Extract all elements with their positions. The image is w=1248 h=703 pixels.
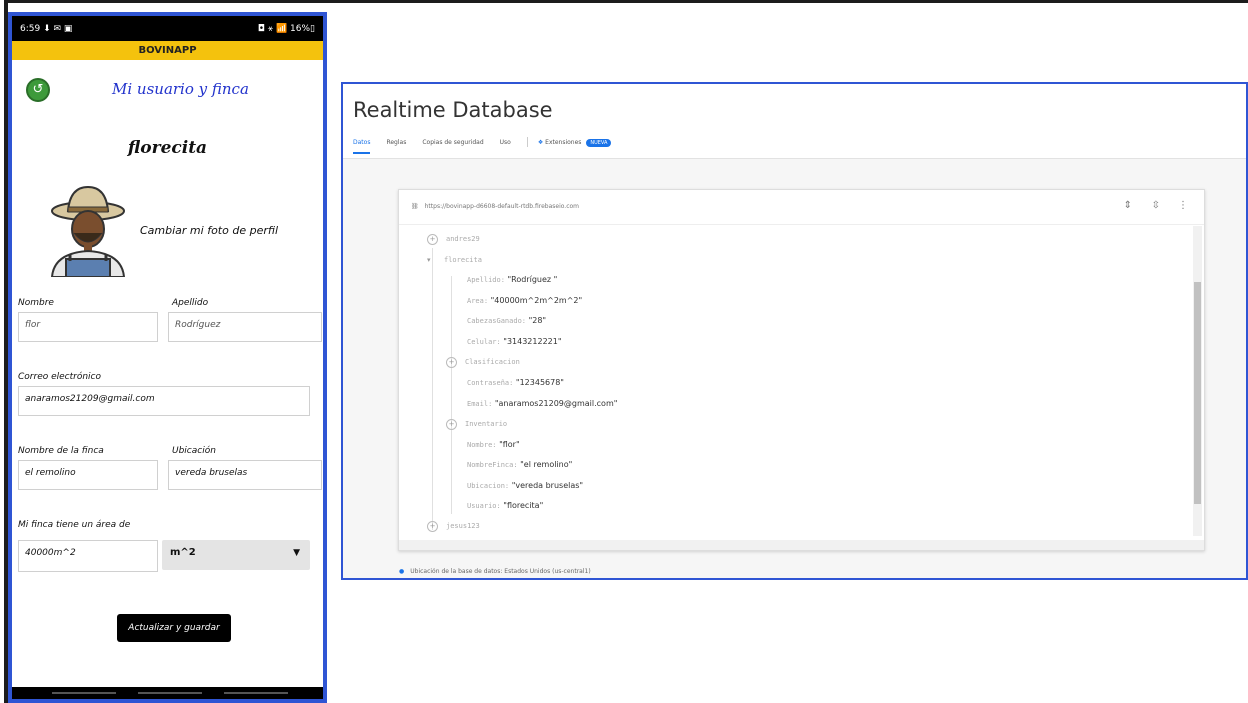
- nav-gesture-home[interactable]: [138, 692, 202, 694]
- tab-copias[interactable]: Copias de seguridad: [422, 139, 483, 154]
- tab-reglas[interactable]: Reglas: [386, 139, 406, 154]
- save-button[interactable]: Actualizar y guardar: [117, 614, 231, 642]
- screen-title: Mi usuario y finca: [112, 80, 249, 98]
- db-url-text: https://bovinapp-d6608-default-rtdb.fire…: [424, 203, 580, 210]
- label-nombre: Nombre: [18, 298, 54, 308]
- unit-dropdown[interactable]: m^2 ▼: [162, 540, 310, 570]
- tab-extensiones-label: Extensiones: [545, 139, 582, 146]
- vertical-scrollbar[interactable]: [1193, 226, 1202, 536]
- tree-line: [432, 248, 433, 530]
- apellido-field[interactable]: Rodríguez: [168, 312, 322, 342]
- phone-screen: 6:59 ⬇ ✉ ▣ ◘ ⚹ 📶 16%▯ BOVINAPP ↺ Mi usua…: [8, 12, 327, 703]
- db-url-bar: ⛓ https://bovinapp-d6608-default-rtdb.fir…: [399, 190, 1204, 225]
- change-photo-link[interactable]: Cambiar mi foto de perfil: [140, 224, 278, 237]
- more-options-icon[interactable]: ⋮: [1178, 200, 1188, 211]
- tree-field[interactable]: Apellido: "Rodríguez ": [467, 275, 557, 284]
- expand-icon[interactable]: +: [446, 357, 457, 368]
- label-nombre-finca: Nombre de la finca: [18, 446, 104, 456]
- console-header: Realtime Database Datos Reglas Copias de…: [343, 84, 1246, 159]
- nav-bar: [12, 687, 323, 699]
- db-url[interactable]: ⛓ https://bovinapp-d6608-default-rtdb.fir…: [411, 203, 579, 210]
- console-title: Realtime Database: [353, 98, 553, 122]
- status-indicators: ◘ ⚹ 📶 16%▯: [257, 23, 315, 34]
- nombre-field[interactable]: flor: [18, 312, 158, 342]
- nav-gesture-left[interactable]: [52, 692, 116, 694]
- collapse-all-icon[interactable]: ⇳: [1152, 200, 1160, 211]
- email-field[interactable]: anaramos21209@gmail.com: [18, 386, 310, 416]
- extension-icon: ❖: [537, 139, 544, 146]
- dropdown-arrow-icon: ▼: [293, 548, 300, 558]
- tree-field[interactable]: Ubicacion: "vereda bruselas": [467, 481, 583, 490]
- collapse-caret-icon[interactable]: ▾: [427, 256, 436, 264]
- ubicacion-field[interactable]: vereda bruselas: [168, 460, 322, 490]
- location-pin-icon: ●: [399, 568, 405, 575]
- firebase-console: Realtime Database Datos Reglas Copias de…: [341, 82, 1248, 580]
- link-icon: ⛓: [411, 203, 419, 210]
- tree-node-clasificacion[interactable]: + Clasificacion: [446, 357, 520, 368]
- farmer-avatar-icon[interactable]: [46, 181, 130, 277]
- expand-all-icon[interactable]: ⇕: [1124, 200, 1132, 211]
- expand-icon[interactable]: +: [427, 234, 438, 245]
- unit-selected: m^2: [170, 547, 196, 558]
- scrollbar-thumb[interactable]: [1194, 282, 1201, 504]
- tree-field[interactable]: Area: "40000m^2m^2m^2": [467, 296, 582, 305]
- tree-field[interactable]: Email: "anaramos21209@gmail.com": [467, 399, 617, 408]
- tab-extensiones[interactable]: ❖ Extensiones NUEVA: [538, 139, 612, 154]
- nombre-finca-field[interactable]: el remolino: [18, 460, 158, 490]
- tab-uso[interactable]: Uso: [500, 139, 511, 154]
- area-field[interactable]: 40000m^2: [18, 540, 158, 572]
- tree-node-inventario[interactable]: + Inventario: [446, 419, 507, 430]
- tree-field[interactable]: CabezasGanado: "28": [467, 316, 546, 325]
- tree-node-jesus123[interactable]: + jesus123: [427, 521, 480, 532]
- tree-line-inner: [451, 276, 452, 514]
- database-panel: ⛓ https://bovinapp-d6608-default-rtdb.fir…: [398, 189, 1205, 551]
- user-name: florecita: [127, 138, 208, 158]
- label-ubicacion: Ubicación: [172, 446, 216, 456]
- back-arrow-icon[interactable]: ↺: [26, 78, 50, 102]
- tree-node-andres29[interactable]: + andres29: [427, 234, 480, 245]
- db-location: ● Ubicación de la base de datos: Estados …: [399, 568, 591, 575]
- screenshot-border-top: [4, 0, 1248, 3]
- tree-field[interactable]: NombreFinca: "el remolino": [467, 460, 572, 469]
- tab-datos[interactable]: Datos: [353, 139, 371, 154]
- tree-field[interactable]: Celular: "3143212221": [467, 337, 562, 346]
- status-bar: 6:59 ⬇ ✉ ▣ ◘ ⚹ 📶 16%▯: [12, 16, 323, 41]
- label-apellido: Apellido: [172, 298, 209, 308]
- app-bar: BOVINAPP: [12, 41, 323, 60]
- horizontal-scrollbar[interactable]: [399, 540, 1204, 550]
- tree-field[interactable]: Usuario: "florecita": [467, 501, 543, 510]
- nav-gesture-right[interactable]: [224, 692, 288, 694]
- label-correo: Correo electrónico: [18, 372, 102, 382]
- expand-icon[interactable]: +: [446, 419, 457, 430]
- db-location-text: Ubicación de la base de datos: Estados U…: [410, 568, 591, 575]
- label-area: Mi finca tiene un área de: [18, 520, 131, 530]
- console-tabs: Datos Reglas Copias de seguridad Uso ❖ E…: [353, 137, 627, 154]
- tree-node-florecita[interactable]: ▾ florecita: [427, 255, 482, 264]
- tree-field[interactable]: Nombre: "flor": [467, 440, 520, 449]
- new-badge: NUEVA: [586, 139, 612, 147]
- tree-field[interactable]: Contraseña: "12345678": [467, 378, 564, 387]
- status-time: 6:59 ⬇ ✉ ▣: [20, 23, 73, 34]
- expand-icon[interactable]: +: [427, 521, 438, 532]
- tab-separator: [526, 137, 528, 147]
